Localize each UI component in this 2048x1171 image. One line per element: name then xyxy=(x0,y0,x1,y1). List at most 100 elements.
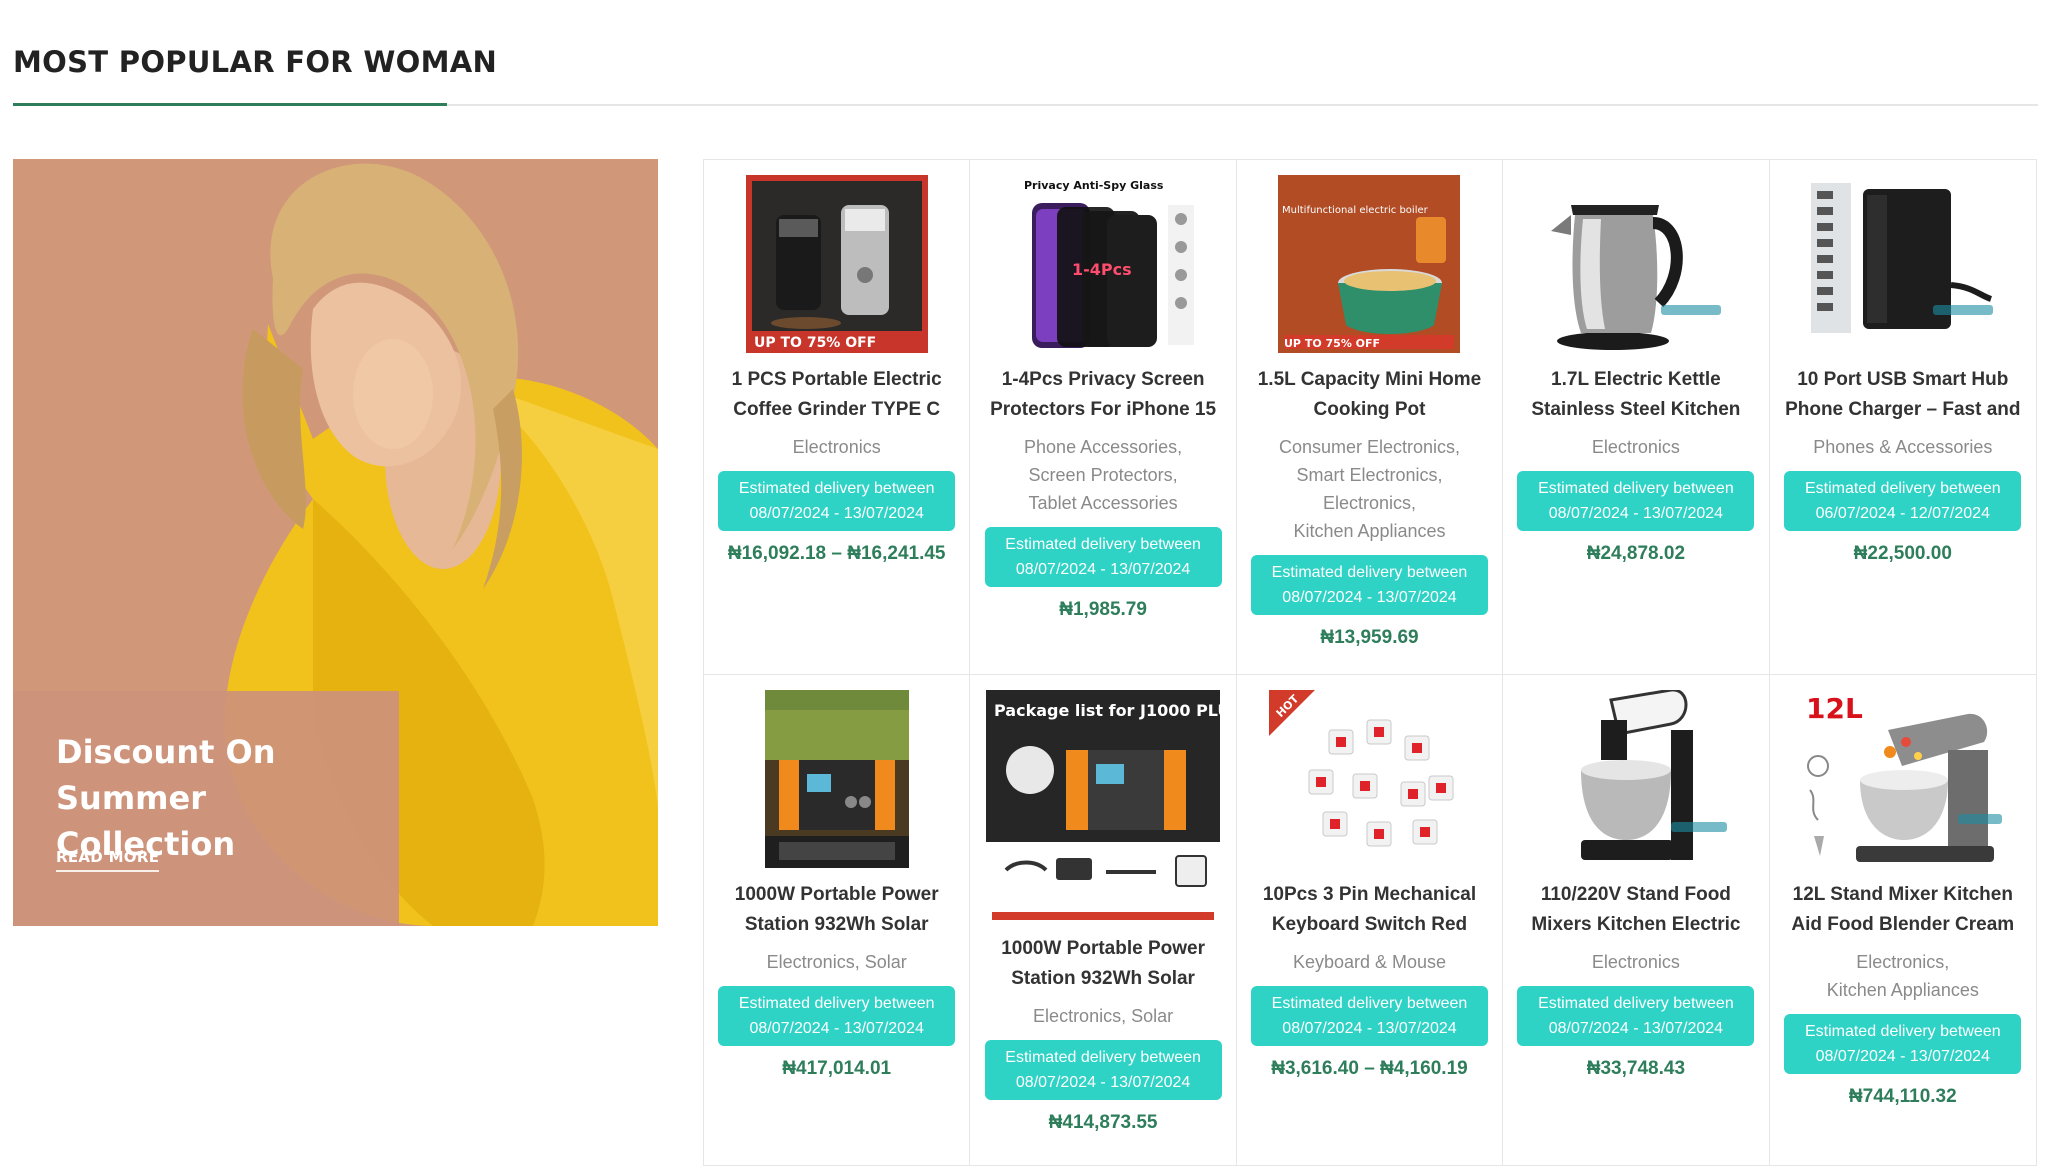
keyboard-switch-image: HOT xyxy=(1269,690,1470,868)
screen-protector-image: Privacy Anti-Spy Glass 1-4Pcs xyxy=(1002,175,1205,353)
product-card[interactable]: Package list for J1000 PLUS 1000W Portab… xyxy=(970,675,1237,1165)
product-categories: Electronics xyxy=(1592,948,1680,976)
stand-mixer-image: 12L xyxy=(1797,690,2008,868)
product-image[interactable]: UP TO 75% OFF xyxy=(745,175,928,353)
product-name[interactable]: 1 PCS Portable Electric Coffee Grinder T… xyxy=(717,365,956,425)
product-card[interactable]: 1000W Portable Power Station 932Wh Solar… xyxy=(704,675,971,1165)
product-card[interactable]: 110/220V Stand Food Mixers Kitchen Elect… xyxy=(1503,675,1770,1165)
product-card[interactable]: UP TO 75% OFF 1 PCS Portable Electric Co… xyxy=(704,160,971,675)
product-price: ₦1,985.79 xyxy=(1059,599,1147,620)
product-categories: Electronics, Kitchen Appliances xyxy=(1826,952,1979,1000)
product-categories: Consumer Electronics, Smart Electronics,… xyxy=(1278,437,1461,541)
product-price: ₦24,878.02 xyxy=(1586,543,1686,564)
product-card[interactable]: 10 Port USB Smart Hub Phone Charger – Fa… xyxy=(1769,160,2036,675)
product-image[interactable]: Privacy Anti-Spy Glass 1-4Pcs xyxy=(1002,175,1205,353)
product-image[interactable]: Multifunctional electric boiler UP TO 75… xyxy=(1278,175,1461,353)
delivery-estimate: Estimated delivery between 08/07/2024 - … xyxy=(1250,555,1488,615)
delivery-estimate: Estimated delivery between 08/07/2024 - … xyxy=(1517,471,1755,531)
product-card[interactable]: 12L 12L Stand Mixer Kitchen Aid Food Ble… xyxy=(1770,675,2036,1165)
svg-text:1-4Pcs: 1-4Pcs xyxy=(1072,260,1132,279)
category-link[interactable]: Phones & Accessories xyxy=(1813,437,1992,457)
category-link[interactable]: Tablet Accessories xyxy=(1029,493,1178,513)
product-categories: Electronics xyxy=(1592,433,1680,461)
category-link[interactable]: Electronics xyxy=(1323,493,1411,513)
product-card[interactable]: Privacy Anti-Spy Glass 1-4Pcs 1-4Pcs Pri… xyxy=(970,160,1237,675)
category-link[interactable]: Electronics xyxy=(1592,952,1680,972)
section-title-underline xyxy=(13,103,447,106)
category-link[interactable]: Electronics xyxy=(1033,1006,1121,1026)
delivery-estimate: Estimated delivery between 06/07/2024 - … xyxy=(1784,471,2022,531)
category-link[interactable]: Solar xyxy=(1131,1006,1173,1026)
product-image[interactable] xyxy=(1540,690,1731,868)
product-categories: Phone Accessories, Screen Protectors, Ta… xyxy=(1024,437,1183,513)
category-link[interactable]: Kitchen Appliances xyxy=(1827,980,1979,1000)
coffee-grinder-image: UP TO 75% OFF xyxy=(745,175,928,353)
read-more-link[interactable]: READ MORE xyxy=(56,848,160,872)
power-station-package-image: Package list for J1000 PLUS xyxy=(986,690,1221,922)
product-price: ₦417,014.01 xyxy=(782,1058,892,1079)
delivery-estimate: Estimated delivery between 08/07/2024 - … xyxy=(1250,986,1488,1046)
product-card[interactable]: 1.7L Electric Kettle Stainless Steel Kit… xyxy=(1503,160,1770,675)
product-image[interactable]: HOT xyxy=(1269,690,1470,868)
product-name[interactable]: 1.7L Electric Kettle Stainless Steel Kit… xyxy=(1516,365,1755,425)
promo-banner[interactable]: Discount On Summer Collection READ MORE xyxy=(13,159,658,926)
product-card[interactable]: Multifunctional electric boiler UP TO 75… xyxy=(1236,160,1504,675)
product-categories: Electronics xyxy=(793,433,881,461)
category-link[interactable]: Phone Accessories xyxy=(1024,437,1177,457)
category-link[interactable]: Electronics xyxy=(767,952,855,972)
product-card[interactable]: HOT 10Pcs 3 Pin Mechanical Keyboard Swit… xyxy=(1237,675,1504,1165)
product-image[interactable] xyxy=(1540,175,1731,353)
category-link[interactable]: Smart Electronics xyxy=(1296,465,1437,485)
product-name[interactable]: 10 Port USB Smart Hub Phone Charger – Fa… xyxy=(1783,365,2023,425)
product-price: ₦414,873.55 xyxy=(1048,1112,1158,1133)
product-name[interactable]: 110/220V Stand Food Mixers Kitchen Elect… xyxy=(1516,880,1755,940)
product-image[interactable] xyxy=(764,690,909,868)
category-link[interactable]: Keyboard & Mouse xyxy=(1293,952,1446,972)
product-categories: Electronics, Solar xyxy=(766,952,907,972)
category-link[interactable]: Electronics xyxy=(1856,952,1944,972)
delivery-estimate: Estimated delivery between 08/07/2024 - … xyxy=(984,527,1222,587)
product-price: ₦3,616.40 – ₦4,160.19 xyxy=(1271,1058,1468,1079)
delivery-estimate: Estimated delivery between 08/07/2024 - … xyxy=(718,986,956,1046)
banner-heading: Discount On Summer Collection xyxy=(56,733,276,863)
product-image[interactable]: Package list for J1000 PLUS xyxy=(986,690,1221,922)
category-link[interactable]: Consumer Electronics xyxy=(1279,437,1455,457)
product-price: ₦13,959.69 xyxy=(1320,627,1419,648)
svg-text:UP TO 75% OFF: UP TO 75% OFF xyxy=(1284,337,1380,350)
usb-hub-image xyxy=(1802,175,2003,353)
product-price: ₦744,110.32 xyxy=(1848,1086,1957,1107)
svg-text:Package list for J1000 PLUS: Package list for J1000 PLUS xyxy=(994,701,1220,720)
category-link[interactable]: Electronics xyxy=(1592,437,1680,457)
product-name[interactable]: 1-4Pcs Privacy Screen Protectors For iPh… xyxy=(983,365,1222,425)
product-price: ₦16,092.18 – ₦16,241.45 xyxy=(727,543,946,564)
svg-text:UP TO 75% OFF: UP TO 75% OFF xyxy=(754,335,876,351)
svg-text:Privacy Anti-Spy Glass: Privacy Anti-Spy Glass xyxy=(1024,179,1164,192)
product-image[interactable] xyxy=(1802,175,2003,353)
product-categories: Phones & Accessories xyxy=(1813,433,1992,461)
delivery-estimate: Estimated delivery between 08/07/2024 - … xyxy=(1517,986,1755,1046)
product-name[interactable]: 12L Stand Mixer Kitchen Aid Food Blender… xyxy=(1783,880,2023,940)
product-price: ₦22,500.00 xyxy=(1853,543,1952,564)
delivery-estimate: Estimated delivery between 08/07/2024 - … xyxy=(718,471,956,531)
product-name[interactable]: 10Pcs 3 Pin Mechanical Keyboard Switch R… xyxy=(1250,880,1489,940)
electric-kettle-image xyxy=(1540,175,1731,353)
product-name[interactable]: 1.5L Capacity Mini Home Cooking Pot xyxy=(1250,365,1489,425)
hand-mixer-image xyxy=(1540,690,1731,868)
section-title: MOST POPULAR FOR WOMAN xyxy=(13,45,498,79)
category-link[interactable]: Solar xyxy=(865,952,907,972)
category-link[interactable]: Kitchen Appliances xyxy=(1293,521,1445,541)
product-categories: Keyboard & Mouse xyxy=(1293,948,1446,976)
category-link[interactable]: Screen Protectors xyxy=(1029,465,1173,485)
banner-caption-box: Discount On Summer Collection READ MORE xyxy=(13,691,399,926)
product-name[interactable]: 1000W Portable Power Station 932Wh Solar xyxy=(717,880,956,940)
product-name[interactable]: 1000W Portable Power Station 932Wh Solar xyxy=(983,934,1222,994)
category-link[interactable]: Electronics xyxy=(793,437,881,457)
section-header: MOST POPULAR FOR WOMAN xyxy=(13,44,2038,106)
power-station-image xyxy=(764,690,909,868)
product-categories: Electronics, Solar xyxy=(1033,1006,1174,1026)
delivery-estimate: Estimated delivery between 08/07/2024 - … xyxy=(984,1040,1222,1100)
svg-text:Multifunctional electric boile: Multifunctional electric boiler xyxy=(1282,205,1429,216)
delivery-estimate: Estimated delivery between 08/07/2024 - … xyxy=(1784,1014,2022,1074)
product-image[interactable]: 12L xyxy=(1797,690,2008,868)
cooking-pot-image: Multifunctional electric boiler UP TO 75… xyxy=(1278,175,1461,353)
